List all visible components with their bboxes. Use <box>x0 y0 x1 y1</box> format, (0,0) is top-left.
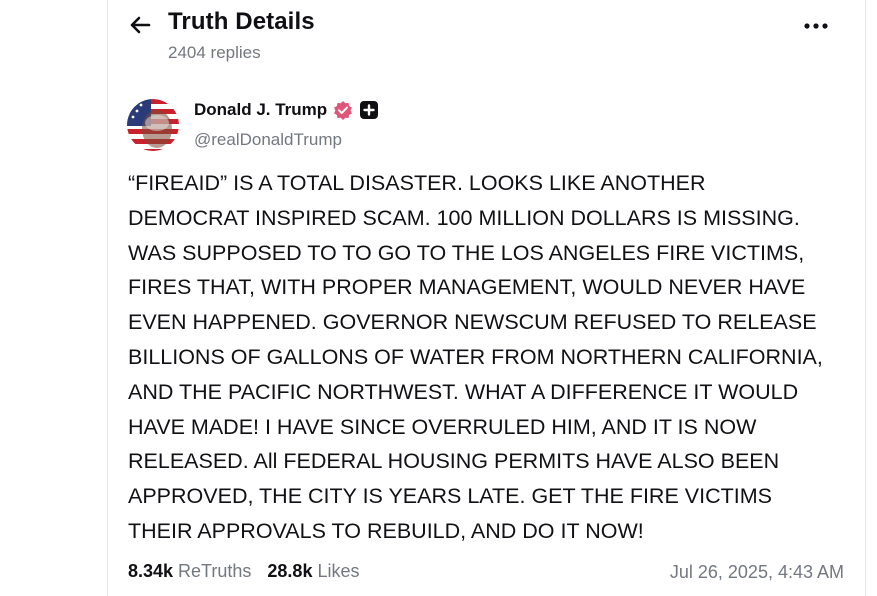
retruths-count: 8.34k <box>128 561 174 581</box>
more-options-button[interactable] <box>800 14 832 38</box>
page-title: Truth Details <box>168 8 315 35</box>
likes-label: Likes <box>317 561 360 581</box>
author-name-row: Donald J. Trump <box>194 100 379 120</box>
replies-count: 2404 replies <box>168 43 261 62</box>
post-text: “FIREAID” IS A TOTAL DISASTER. LOOKS LIK… <box>128 171 823 543</box>
post-stats: 8.34k ReTruths 28.8k Likes <box>128 561 359 582</box>
likes-count: 28.8k <box>267 561 313 581</box>
back-button[interactable] <box>128 13 152 37</box>
verified-badge-icon <box>333 100 353 120</box>
retruths-stat[interactable]: 8.34k ReTruths <box>128 561 251 582</box>
author-avatar[interactable] <box>127 99 179 151</box>
likes-stat[interactable]: 28.8k Likes <box>267 561 359 582</box>
retruths-label: ReTruths <box>178 561 252 581</box>
more-horizontal-icon <box>804 23 828 29</box>
author-name[interactable]: Donald J. Trump <box>194 100 327 120</box>
author-handle[interactable]: @realDonaldTrump <box>194 130 342 150</box>
plus-badge-icon <box>359 100 379 120</box>
truth-details-page: Truth Details 2404 replies Donald J. Tru… <box>0 0 877 596</box>
post-timestamp: Jul 26, 2025, 4:43 AM <box>669 562 844 582</box>
avatar-image <box>127 99 179 151</box>
arrow-left-icon <box>130 16 151 34</box>
